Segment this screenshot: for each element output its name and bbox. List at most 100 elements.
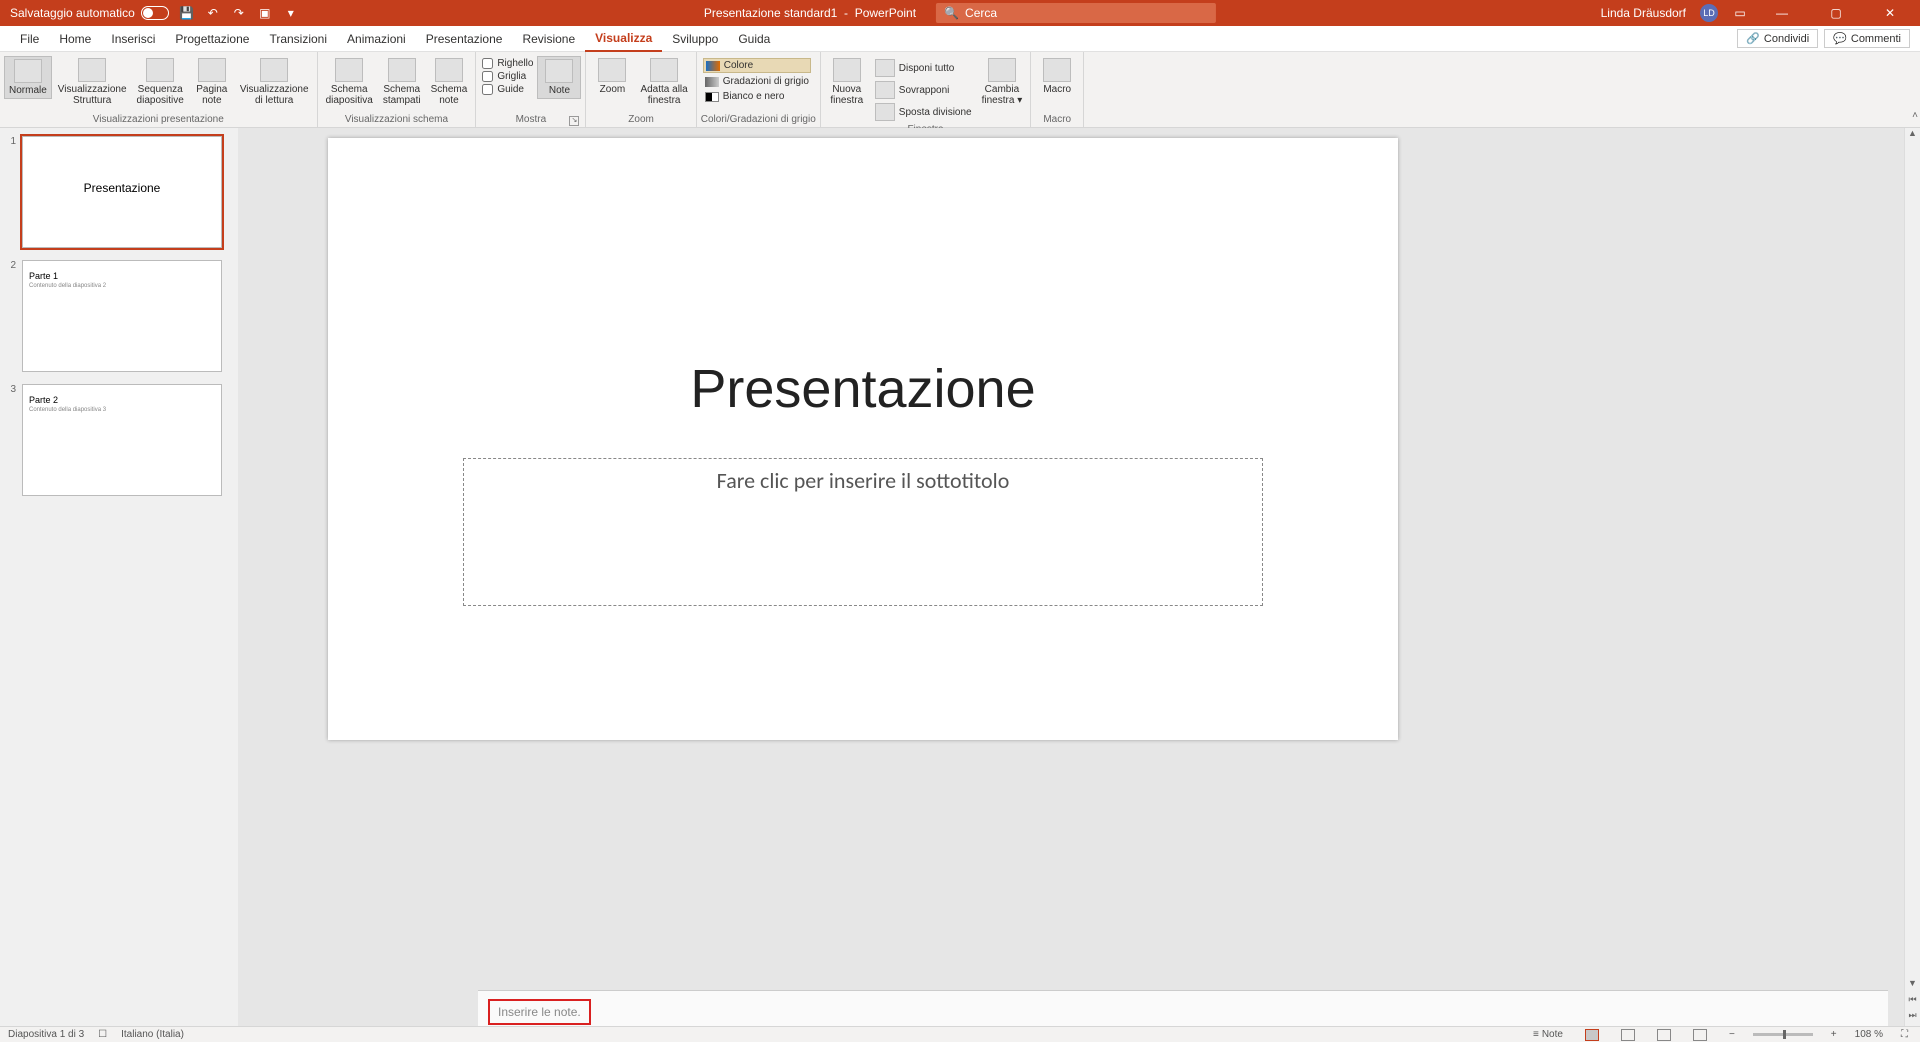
grayscale-swatch-icon — [705, 77, 719, 87]
tab-review[interactable]: Revisione — [512, 26, 585, 52]
document-title: Presentazione standard1 - PowerPoint — [704, 6, 916, 20]
share-button[interactable]: 🔗Condividi — [1737, 29, 1818, 48]
prev-slide-icon[interactable]: ⏮ — [1905, 994, 1920, 1010]
outline-view-button[interactable]: Visualizzazione Struttura — [54, 56, 131, 108]
tab-transitions[interactable]: Transizioni — [259, 26, 337, 52]
arrange-all-icon — [875, 59, 895, 77]
cascade-button[interactable]: Sovrapponi — [873, 80, 974, 100]
accessibility-icon[interactable]: ☐ — [98, 1029, 107, 1040]
search-placeholder: Cerca — [965, 6, 997, 20]
color-button[interactable]: Colore — [703, 58, 811, 73]
ruler-checkbox[interactable]: Righello — [482, 58, 533, 69]
notes-toggle-button[interactable]: Note — [537, 56, 581, 99]
notes-master-button[interactable]: Schema note — [427, 56, 472, 108]
tab-insert[interactable]: Inserisci — [101, 26, 165, 52]
tab-design[interactable]: Progettazione — [165, 26, 259, 52]
vertical-scrollbar[interactable]: ▲ ▼ ⏮ ⏭ — [1904, 128, 1920, 1026]
slideshow-view-status[interactable] — [1689, 1029, 1711, 1041]
normal-view-icon — [14, 59, 42, 83]
group-presentation-views: Normale Visualizzazione Struttura Sequen… — [0, 52, 318, 127]
move-split-button[interactable]: Sposta divisione — [873, 102, 974, 122]
tab-home[interactable]: Home — [49, 26, 101, 52]
reading-view-status[interactable] — [1653, 1029, 1675, 1041]
new-window-button[interactable]: Nuova finestra — [825, 56, 869, 108]
tab-developer[interactable]: Sviluppo — [662, 26, 728, 52]
outline-view-icon — [78, 58, 106, 82]
reading-view-button[interactable]: Visualizzazione di lettura — [236, 56, 313, 108]
thumbnail-number: 1 — [6, 136, 16, 147]
sorter-view-status-icon — [1621, 1029, 1635, 1041]
tab-help[interactable]: Guida — [728, 26, 780, 52]
user-name[interactable]: Linda Dräusdorf — [1601, 6, 1686, 20]
slideshow-view-status-icon — [1693, 1029, 1707, 1041]
slide-thumbnail-panel[interactable]: 1 Presentazione 2 Parte 1 Contenuto dell… — [0, 128, 238, 1026]
present-from-start-icon[interactable]: ▣ — [257, 5, 273, 21]
group-show: Righello Griglia Guide Note Mostra↘ — [476, 52, 586, 127]
scroll-down-icon[interactable]: ▼ — [1905, 978, 1920, 994]
avatar[interactable]: LD — [1700, 4, 1718, 22]
scroll-track[interactable] — [1905, 144, 1920, 978]
comments-button[interactable]: 💬Commenti — [1824, 29, 1910, 48]
sorter-view-status[interactable] — [1617, 1029, 1639, 1041]
slide-counter[interactable]: Diapositiva 1 di 3 — [8, 1029, 84, 1040]
undo-icon[interactable]: ↶ — [205, 5, 221, 21]
gridlines-checkbox[interactable]: Griglia — [482, 71, 533, 82]
new-window-icon — [833, 58, 861, 82]
thumbnail-title: Parte 2 — [29, 395, 215, 405]
toggle-icon — [141, 6, 169, 20]
dialog-launcher-icon[interactable]: ↘ — [569, 116, 579, 126]
tab-file[interactable]: File — [10, 26, 49, 52]
slide-sorter-button[interactable]: Sequenza diapositive — [133, 56, 188, 108]
notes-toggle-status[interactable]: ≡Note — [1529, 1029, 1567, 1040]
normal-view-status[interactable] — [1581, 1029, 1603, 1041]
slide-thumbnail-1[interactable]: Presentazione — [22, 136, 222, 248]
maximize-button[interactable]: ▢ — [1816, 0, 1856, 26]
fit-to-window-button[interactable]: Adatta alla finestra — [636, 56, 691, 108]
close-button[interactable]: ✕ — [1870, 0, 1910, 26]
notes-status-icon: ≡ — [1533, 1029, 1539, 1040]
slide-canvas[interactable]: Presentazione Fare clic per inserire il … — [328, 138, 1398, 740]
blackwhite-button[interactable]: Bianco e nero — [703, 90, 811, 103]
switch-windows-button[interactable]: Cambia finestra ▾ — [978, 56, 1027, 108]
zoom-percent[interactable]: 108 % — [1855, 1029, 1883, 1040]
collapse-ribbon-icon[interactable]: ˄ — [1912, 110, 1918, 121]
zoom-in-button[interactable]: + — [1827, 1029, 1841, 1040]
language-indicator[interactable]: Italiano (Italia) — [121, 1029, 184, 1040]
save-icon[interactable]: 💾 — [179, 5, 195, 21]
tab-view[interactable]: Visualizza — [585, 26, 662, 52]
qat-customize-icon[interactable]: ▾ — [283, 5, 299, 21]
tab-animations[interactable]: Animazioni — [337, 26, 416, 52]
guides-checkbox[interactable]: Guide — [482, 84, 533, 95]
zoom-slider[interactable] — [1753, 1033, 1813, 1036]
scroll-up-icon[interactable]: ▲ — [1905, 128, 1920, 144]
slide-title-placeholder[interactable]: Presentazione — [328, 358, 1398, 420]
grayscale-button[interactable]: Gradazioni di grigio — [703, 75, 811, 88]
arrange-all-button[interactable]: Disponi tutto — [873, 58, 974, 78]
slide-thumbnail-3[interactable]: Parte 2 Contenuto della diapositiva 3 — [22, 384, 222, 496]
fit-slide-button[interactable]: ⛶ — [1897, 1029, 1912, 1040]
zoom-button[interactable]: Zoom — [590, 56, 634, 97]
zoom-out-button[interactable]: − — [1725, 1029, 1739, 1040]
share-icon: 🔗 — [1746, 32, 1760, 45]
next-slide-icon[interactable]: ⏭ — [1905, 1010, 1920, 1026]
search-input[interactable]: 🔍 Cerca — [936, 3, 1216, 23]
group-zoom: Zoom Adatta alla finestra Zoom — [586, 52, 696, 127]
handout-master-button[interactable]: Schema stampati — [379, 56, 425, 108]
group-label: Macro — [1035, 114, 1079, 127]
move-split-icon — [875, 103, 895, 121]
notes-page-button[interactable]: Pagina note — [190, 56, 234, 108]
ribbon-display-icon[interactable]: ▭ — [1732, 5, 1748, 21]
autosave-toggle[interactable]: Salvataggio automatico — [10, 6, 169, 20]
notes-pane[interactable]: Inserire le note. — [478, 990, 1888, 1026]
slide-editor[interactable]: Presentazione Fare clic per inserire il … — [238, 128, 1904, 1026]
minimize-button[interactable]: — — [1762, 0, 1802, 26]
group-label: Zoom — [590, 114, 691, 127]
slide-thumbnail-2[interactable]: Parte 1 Contenuto della diapositiva 2 — [22, 260, 222, 372]
slide-master-button[interactable]: Schema diapositiva — [322, 56, 377, 108]
redo-icon[interactable]: ↷ — [231, 5, 247, 21]
tab-slideshow[interactable]: Presentazione — [416, 26, 513, 52]
normal-view-button[interactable]: Normale — [4, 56, 52, 99]
macros-button[interactable]: Macro — [1035, 56, 1079, 97]
notes-placeholder[interactable]: Inserire le note. — [488, 999, 591, 1025]
slide-subtitle-placeholder[interactable]: Fare clic per inserire il sottotitolo — [463, 458, 1263, 606]
